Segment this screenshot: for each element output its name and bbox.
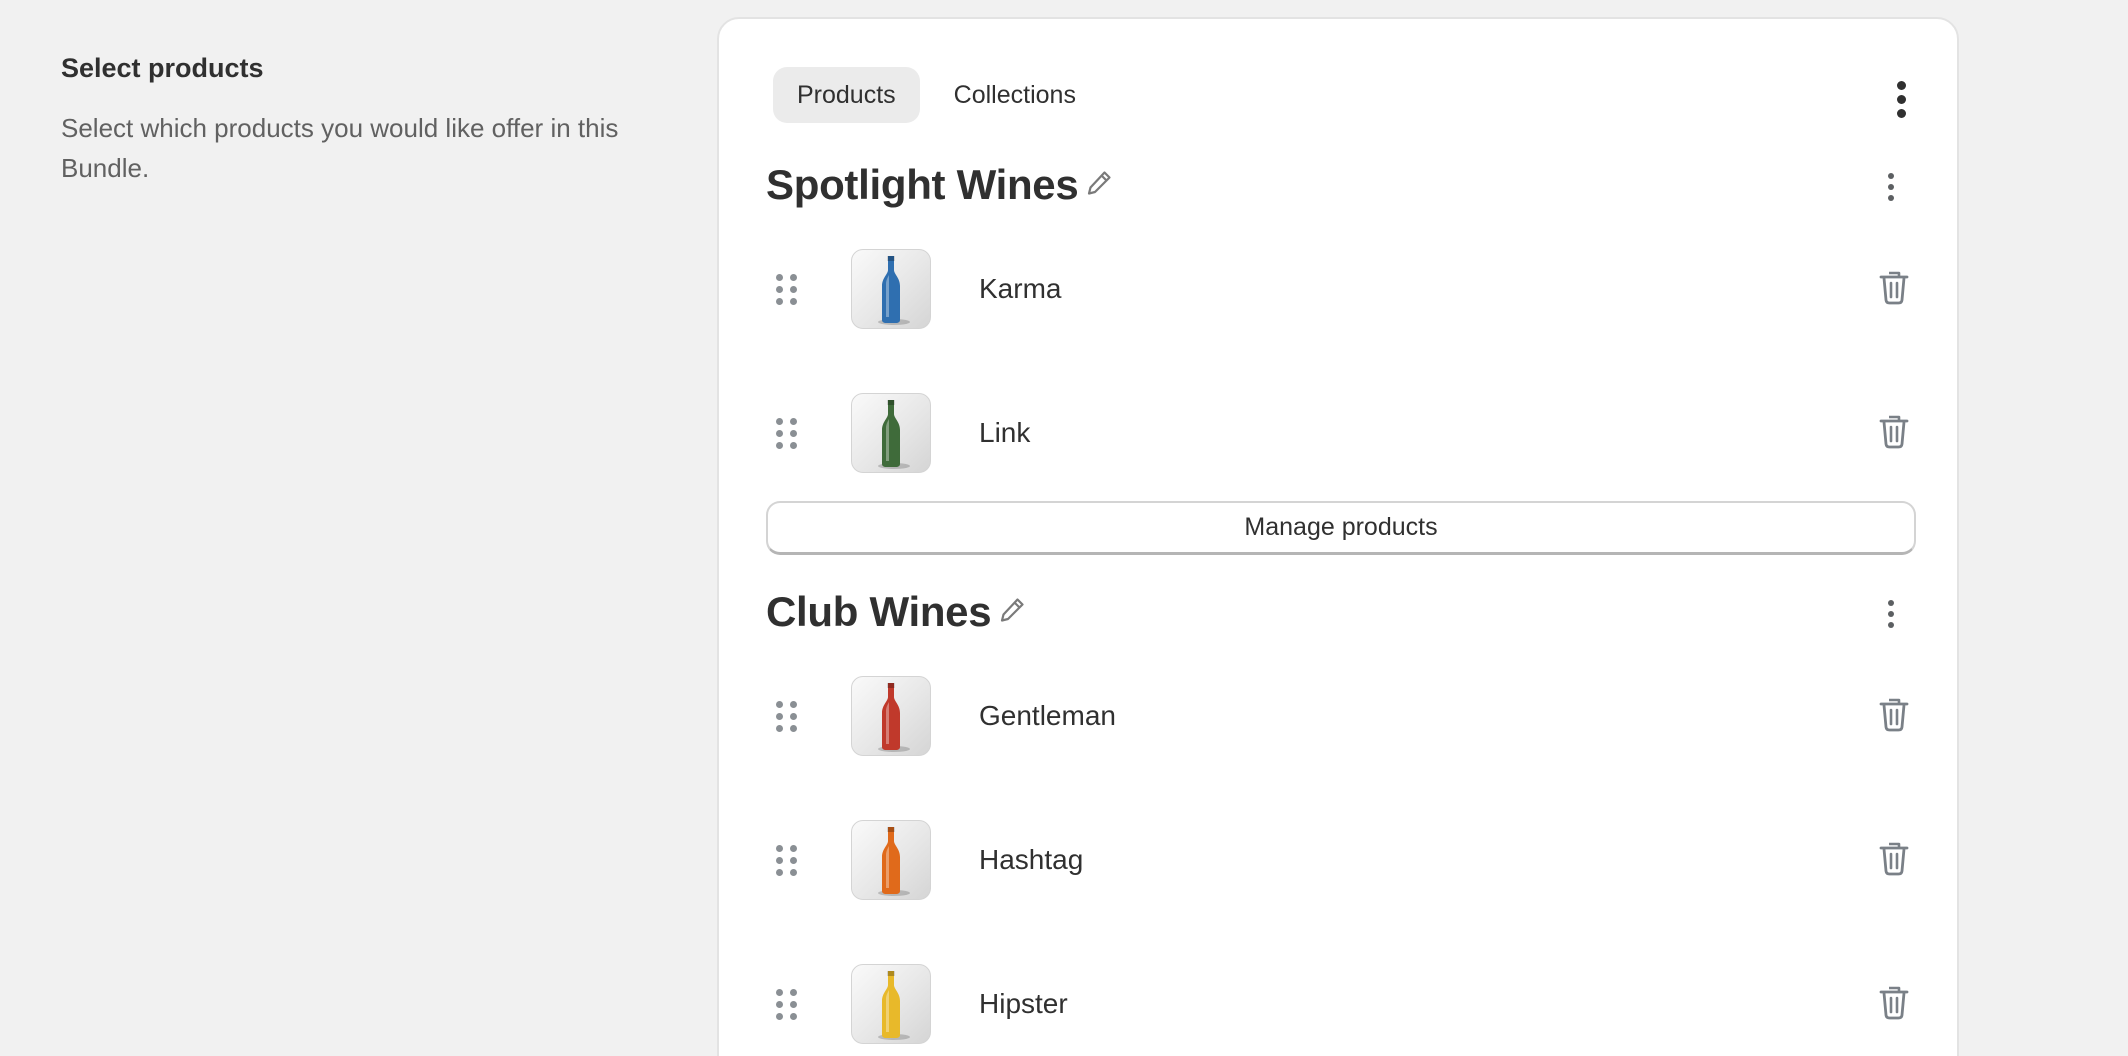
group-more-actions-button[interactable]	[1876, 594, 1906, 634]
group-spotlight-wines: Spotlight Wines Karma Link Manage produc…	[766, 153, 1916, 555]
vertical-ellipsis-icon	[1888, 600, 1894, 606]
product-name: Gentleman	[979, 700, 1116, 731]
vertical-ellipsis-icon	[1888, 173, 1894, 179]
group-title: Club Wines	[766, 588, 992, 635]
tab-products[interactable]: Products	[773, 67, 920, 123]
section-title: Select products	[61, 53, 264, 83]
section-intro: Select products Select which products yo…	[61, 50, 641, 188]
group-more-actions-button[interactable]	[1876, 167, 1906, 207]
trash-icon[interactable]	[1876, 267, 1912, 307]
pencil-icon[interactable]	[1084, 168, 1114, 198]
drag-handle-icon[interactable]	[766, 840, 806, 880]
group-title: Spotlight Wines	[766, 161, 1079, 208]
group-header: Spotlight Wines	[766, 153, 1916, 217]
trash-icon[interactable]	[1876, 982, 1912, 1022]
product-thumbnail	[851, 964, 931, 1044]
product-thumbnail	[851, 249, 931, 329]
tab-collections[interactable]: Collections	[930, 67, 1100, 123]
list-item: Link	[766, 361, 1916, 505]
product-name: Karma	[979, 273, 1062, 304]
drag-handle-icon[interactable]	[766, 984, 806, 1024]
list-item: Hipster	[766, 932, 1916, 1056]
list-item: Gentleman	[766, 644, 1916, 788]
product-name: Hashtag	[979, 844, 1084, 875]
card-more-actions-button[interactable]	[1881, 69, 1921, 129]
product-name: Hipster	[979, 988, 1068, 1019]
pencil-icon[interactable]	[997, 595, 1027, 625]
products-card: Products Collections Spotlight Wines Kar…	[717, 17, 1959, 1056]
vertical-ellipsis-icon	[1896, 80, 1906, 90]
drag-handle-icon[interactable]	[766, 269, 806, 309]
product-thumbnail	[851, 393, 931, 473]
list-item: Karma	[766, 217, 1916, 361]
group-club-wines: Club Wines Gentleman Hashtag Hipster	[766, 580, 1916, 1056]
manage-products-button[interactable]: Manage products	[766, 501, 1916, 555]
drag-handle-icon[interactable]	[766, 413, 806, 453]
product-name: Link	[979, 417, 1031, 448]
drag-handle-icon[interactable]	[766, 696, 806, 736]
section-description: Select which products you would like off…	[61, 113, 619, 183]
tab-bar: Products Collections	[773, 67, 1100, 123]
product-thumbnail	[851, 820, 931, 900]
product-thumbnail	[851, 676, 931, 756]
trash-icon[interactable]	[1876, 694, 1912, 734]
group-header: Club Wines	[766, 580, 1916, 644]
list-item: Hashtag	[766, 788, 1916, 932]
trash-icon[interactable]	[1876, 411, 1912, 451]
page: Select products Select which products yo…	[0, 0, 2128, 1056]
trash-icon[interactable]	[1876, 838, 1912, 878]
